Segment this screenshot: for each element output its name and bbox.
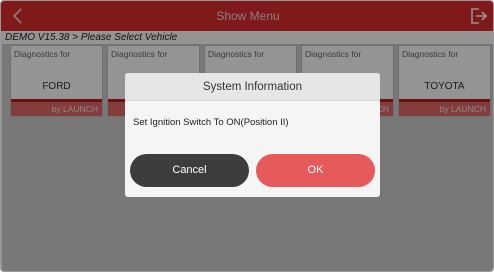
app-window: Show Menu DEMO V15.38 > Please Select Ve… (0, 0, 494, 272)
cancel-button[interactable]: Cancel (130, 154, 249, 187)
ok-button[interactable]: OK (256, 154, 375, 187)
dialog-title: System Information (125, 73, 380, 101)
dialog-message: Set Ignition Switch To ON(Position II) (133, 117, 289, 128)
system-information-dialog: System Information Set Ignition Switch T… (125, 73, 380, 197)
